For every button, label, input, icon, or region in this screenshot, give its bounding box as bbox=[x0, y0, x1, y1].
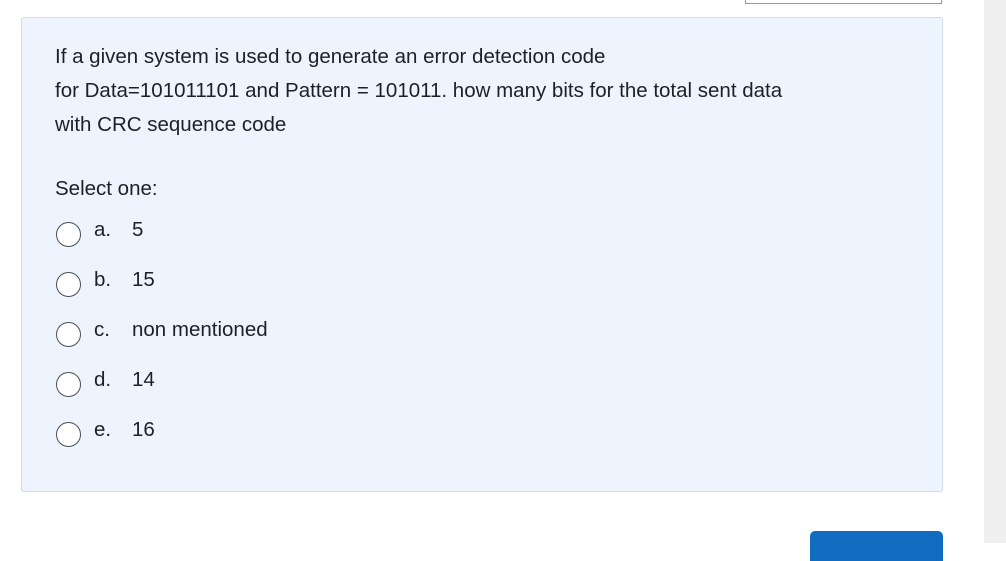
option-letter: c. bbox=[94, 318, 110, 341]
option-a[interactable]: a. 5 bbox=[56, 215, 556, 265]
page-scrollbar[interactable] bbox=[984, 0, 1006, 543]
select-one-label: Select one: bbox=[55, 177, 158, 200]
radio-button-c[interactable] bbox=[56, 322, 81, 347]
question-card: If a given system is used to generate an… bbox=[21, 17, 943, 492]
top-outlined-box bbox=[745, 0, 942, 4]
option-label[interactable]: 14 bbox=[132, 365, 155, 395]
option-label[interactable]: 5 bbox=[132, 215, 143, 245]
option-b[interactable]: b. 15 bbox=[56, 265, 556, 315]
option-label[interactable]: 15 bbox=[132, 265, 155, 295]
option-d[interactable]: d. 14 bbox=[56, 365, 556, 415]
question-line: with CRC sequence code bbox=[55, 113, 287, 136]
question-line: for Data=101011101 and Pattern = 101011.… bbox=[55, 79, 783, 102]
option-c[interactable]: c. non mentioned bbox=[56, 315, 556, 365]
option-e[interactable]: e. 16 bbox=[56, 415, 556, 465]
question-line: If a given system is used to generate an… bbox=[55, 45, 606, 68]
option-letter: a. bbox=[94, 218, 112, 241]
option-letter: e. bbox=[94, 418, 112, 441]
radio-button-e[interactable] bbox=[56, 422, 81, 447]
option-letter: d. bbox=[94, 368, 112, 391]
answer-options: a. 5 b. 15 c. non mentioned d. 14 e. 16 bbox=[56, 215, 556, 465]
option-label[interactable]: 16 bbox=[132, 415, 155, 445]
question-text: If a given system is used to generate an… bbox=[55, 40, 915, 142]
radio-button-a[interactable] bbox=[56, 222, 81, 247]
next-page-button[interactable] bbox=[810, 531, 943, 561]
radio-button-b[interactable] bbox=[56, 272, 81, 297]
radio-button-d[interactable] bbox=[56, 372, 81, 397]
option-letter: b. bbox=[94, 268, 112, 291]
option-label[interactable]: non mentioned bbox=[132, 315, 268, 345]
